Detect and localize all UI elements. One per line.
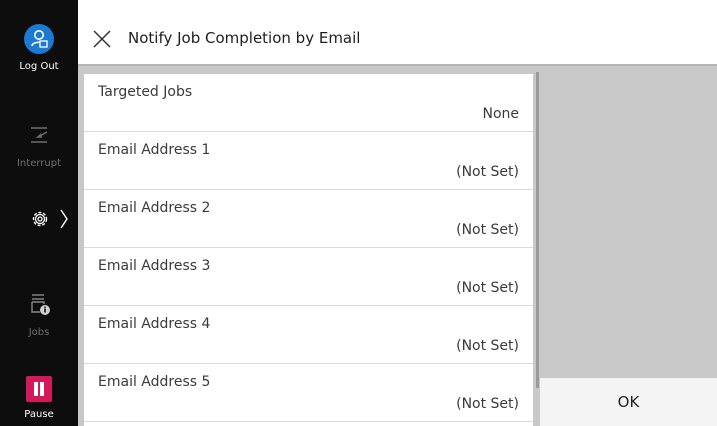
list-item-email-address-2[interactable]: Email Address 2 (Not Set)	[84, 190, 533, 248]
list-item-targeted-jobs[interactable]: Targeted Jobs None	[84, 74, 533, 132]
list-item-email-address-5[interactable]: Email Address 5 (Not Set)	[84, 364, 533, 422]
interrupt-label: Interrupt	[16, 158, 61, 169]
list-item-email-address-3[interactable]: Email Address 3 (Not Set)	[84, 248, 533, 306]
list-item-value: None	[482, 106, 519, 122]
pause-icon	[26, 376, 52, 402]
list-item-label: Email Address 4	[98, 316, 211, 332]
system-sidebar: Log Out Interrupt Jobs Pause	[0, 0, 78, 426]
page-title: Notify Job Completion by Email	[128, 29, 361, 47]
list-item-value: (Not Set)	[456, 164, 519, 180]
list-item-value: (Not Set)	[456, 280, 519, 296]
pause-label: Pause	[24, 409, 54, 420]
settings-gear-icon	[30, 209, 50, 233]
list-item-email-address-1[interactable]: Email Address 1 (Not Set)	[84, 132, 533, 190]
logout-label: Log Out	[19, 61, 59, 72]
jobs-printer-icon	[29, 292, 51, 320]
list-item-label: Targeted Jobs	[98, 84, 193, 100]
dialog-header: Notify Job Completion by Email	[78, 12, 717, 66]
list-item-label: Email Address 1	[98, 142, 211, 158]
list-item-label: Email Address 2	[98, 200, 211, 216]
list-scrollbar[interactable]	[536, 72, 539, 388]
right-panel	[540, 66, 717, 378]
list-item-label: Email Address 3	[98, 258, 211, 274]
list-item-value: (Not Set)	[456, 396, 519, 412]
list-item-value: (Not Set)	[456, 338, 519, 354]
logout-user-icon	[24, 24, 54, 54]
jobs-label: Jobs	[28, 327, 50, 338]
list-item-value: (Not Set)	[456, 222, 519, 238]
close-icon[interactable]	[92, 29, 112, 53]
chevron-right-icon	[59, 208, 69, 234]
ok-button[interactable]: OK	[540, 378, 717, 426]
settings-list: Targeted Jobs None Email Address 1 (Not …	[84, 74, 533, 426]
list-item-email-address-4[interactable]: Email Address 4 (Not Set)	[84, 306, 533, 364]
interrupt-icon	[28, 126, 50, 148]
list-item-label: Email Address 5	[98, 374, 211, 390]
